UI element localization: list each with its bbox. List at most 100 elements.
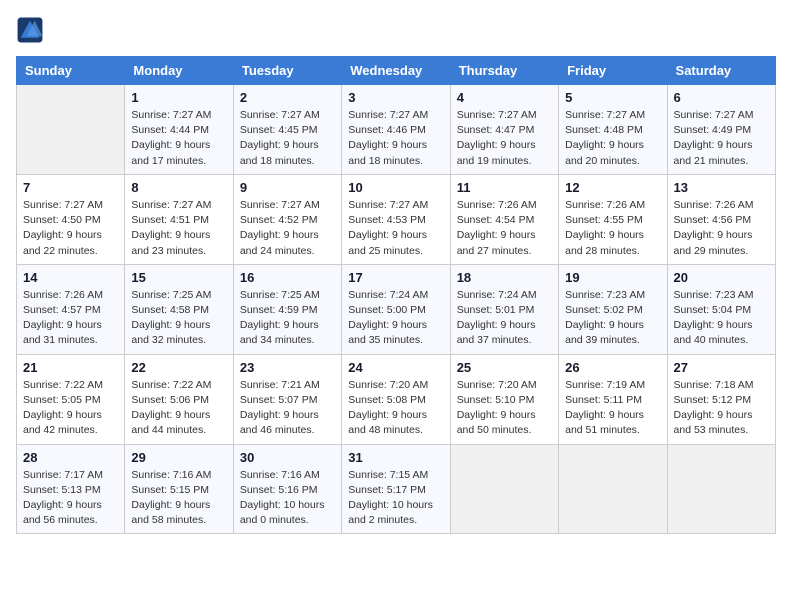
day-info: Sunrise: 7:18 AM Sunset: 5:12 PM Dayligh…	[674, 378, 769, 439]
week-row-1: 1Sunrise: 7:27 AM Sunset: 4:44 PM Daylig…	[17, 85, 776, 175]
calendar-table: SundayMondayTuesdayWednesdayThursdayFrid…	[16, 56, 776, 534]
day-info: Sunrise: 7:26 AM Sunset: 4:54 PM Dayligh…	[457, 198, 552, 259]
calendar-cell: 3Sunrise: 7:27 AM Sunset: 4:46 PM Daylig…	[342, 85, 450, 175]
week-row-3: 14 Sunrise: 7:26 AM Sunset: 4:57 PM Dayli…	[17, 264, 776, 354]
header-day-wednesday: Wednesday	[342, 57, 450, 85]
day-number: 6	[674, 90, 769, 105]
day-info: Sunrise: 7:24 AM Sunset: 5:00 PM Dayligh…	[348, 288, 443, 349]
page-header	[16, 16, 776, 44]
day-info: Sunrise: 7:25 AM Sunset: 4:58 PM Dayligh…	[131, 288, 226, 349]
calendar-cell: 7Sunrise: 7:27 AM Sunset: 4:50 PM Daylig…	[17, 174, 125, 264]
calendar-cell: 16 Sunrise: 7:25 AM Sunset: 4:59 PM Dayli…	[233, 264, 341, 354]
day-number: 19	[565, 270, 660, 285]
week-row-2: 7Sunrise: 7:27 AM Sunset: 4:50 PM Daylig…	[17, 174, 776, 264]
calendar-cell: 12 Sunrise: 7:26 AM Sunset: 4:55 PM Dayli…	[559, 174, 667, 264]
day-number: 9	[240, 180, 335, 195]
day-number: 7	[23, 180, 118, 195]
day-info: Sunrise: 7:26 AM Sunset: 4:55 PM Dayligh…	[565, 198, 660, 259]
header-row: SundayMondayTuesdayWednesdayThursdayFrid…	[17, 57, 776, 85]
header-day-monday: Monday	[125, 57, 233, 85]
day-number: 22	[131, 360, 226, 375]
calendar-cell: 22 Sunrise: 7:22 AM Sunset: 5:06 PM Dayli…	[125, 354, 233, 444]
calendar-cell: 26 Sunrise: 7:19 AM Sunset: 5:11 PM Dayli…	[559, 354, 667, 444]
calendar-cell: 24 Sunrise: 7:20 AM Sunset: 5:08 PM Dayli…	[342, 354, 450, 444]
calendar-cell: 19 Sunrise: 7:23 AM Sunset: 5:02 PM Dayli…	[559, 264, 667, 354]
day-number: 26	[565, 360, 660, 375]
calendar-cell: 17 Sunrise: 7:24 AM Sunset: 5:00 PM Dayli…	[342, 264, 450, 354]
day-info: Sunrise: 7:27 AM Sunset: 4:51 PM Dayligh…	[131, 198, 226, 259]
calendar-cell: 13 Sunrise: 7:26 AM Sunset: 4:56 PM Dayli…	[667, 174, 775, 264]
header-day-saturday: Saturday	[667, 57, 775, 85]
logo	[16, 16, 48, 44]
logo-icon	[16, 16, 44, 44]
day-number: 14	[23, 270, 118, 285]
day-number: 25	[457, 360, 552, 375]
day-info: Sunrise: 7:19 AM Sunset: 5:11 PM Dayligh…	[565, 378, 660, 439]
day-info: Sunrise: 7:20 AM Sunset: 5:08 PM Dayligh…	[348, 378, 443, 439]
calendar-cell: 21 Sunrise: 7:22 AM Sunset: 5:05 PM Dayli…	[17, 354, 125, 444]
day-number: 18	[457, 270, 552, 285]
day-info: Sunrise: 7:23 AM Sunset: 5:04 PM Dayligh…	[674, 288, 769, 349]
day-info: Sunrise: 7:26 AM Sunset: 4:57 PM Dayligh…	[23, 288, 118, 349]
day-number: 31	[348, 450, 443, 465]
day-number: 30	[240, 450, 335, 465]
header-day-thursday: Thursday	[450, 57, 558, 85]
header-day-tuesday: Tuesday	[233, 57, 341, 85]
day-number: 29	[131, 450, 226, 465]
calendar-cell: 27Sunrise: 7:18 AM Sunset: 5:12 PM Dayli…	[667, 354, 775, 444]
day-info: Sunrise: 7:22 AM Sunset: 5:05 PM Dayligh…	[23, 378, 118, 439]
day-number: 1	[131, 90, 226, 105]
day-number: 17	[348, 270, 443, 285]
calendar-cell: 6 Sunrise: 7:27 AM Sunset: 4:49 PM Daylig…	[667, 85, 775, 175]
day-info: Sunrise: 7:17 AM Sunset: 5:13 PM Dayligh…	[23, 468, 118, 529]
day-info: Sunrise: 7:25 AM Sunset: 4:59 PM Dayligh…	[240, 288, 335, 349]
day-number: 20	[674, 270, 769, 285]
day-number: 10	[348, 180, 443, 195]
calendar-cell: 5 Sunrise: 7:27 AM Sunset: 4:48 PM Daylig…	[559, 85, 667, 175]
calendar-body: 1Sunrise: 7:27 AM Sunset: 4:44 PM Daylig…	[17, 85, 776, 534]
day-number: 12	[565, 180, 660, 195]
calendar-cell: 31 Sunrise: 7:15 AM Sunset: 5:17 PM Dayli…	[342, 444, 450, 534]
day-number: 23	[240, 360, 335, 375]
header-day-sunday: Sunday	[17, 57, 125, 85]
day-number: 16	[240, 270, 335, 285]
header-day-friday: Friday	[559, 57, 667, 85]
day-info: Sunrise: 7:26 AM Sunset: 4:56 PM Dayligh…	[674, 198, 769, 259]
day-info: Sunrise: 7:16 AM Sunset: 5:16 PM Dayligh…	[240, 468, 335, 529]
calendar-header: SundayMondayTuesdayWednesdayThursdayFrid…	[17, 57, 776, 85]
calendar-cell: 28Sunrise: 7:17 AM Sunset: 5:13 PM Dayli…	[17, 444, 125, 534]
calendar-cell: 20 Sunrise: 7:23 AM Sunset: 5:04 PM Dayli…	[667, 264, 775, 354]
day-info: Sunrise: 7:27 AM Sunset: 4:49 PM Dayligh…	[674, 108, 769, 169]
day-info: Sunrise: 7:22 AM Sunset: 5:06 PM Dayligh…	[131, 378, 226, 439]
day-number: 24	[348, 360, 443, 375]
day-info: Sunrise: 7:27 AM Sunset: 4:52 PM Dayligh…	[240, 198, 335, 259]
calendar-cell: 4Sunrise: 7:27 AM Sunset: 4:47 PM Daylig…	[450, 85, 558, 175]
calendar-cell	[450, 444, 558, 534]
day-info: Sunrise: 7:27 AM Sunset: 4:45 PM Dayligh…	[240, 108, 335, 169]
day-info: Sunrise: 7:27 AM Sunset: 4:53 PM Dayligh…	[348, 198, 443, 259]
calendar-cell: 25Sunrise: 7:20 AM Sunset: 5:10 PM Dayli…	[450, 354, 558, 444]
day-number: 8	[131, 180, 226, 195]
calendar-cell: 30 Sunrise: 7:16 AM Sunset: 5:16 PM Dayli…	[233, 444, 341, 534]
day-info: Sunrise: 7:16 AM Sunset: 5:15 PM Dayligh…	[131, 468, 226, 529]
day-number: 5	[565, 90, 660, 105]
day-info: Sunrise: 7:21 AM Sunset: 5:07 PM Dayligh…	[240, 378, 335, 439]
calendar-cell: 23 Sunrise: 7:21 AM Sunset: 5:07 PM Dayli…	[233, 354, 341, 444]
calendar-cell: 11 Sunrise: 7:26 AM Sunset: 4:54 PM Dayli…	[450, 174, 558, 264]
day-info: Sunrise: 7:23 AM Sunset: 5:02 PM Dayligh…	[565, 288, 660, 349]
week-row-5: 28Sunrise: 7:17 AM Sunset: 5:13 PM Dayli…	[17, 444, 776, 534]
calendar-cell: 14 Sunrise: 7:26 AM Sunset: 4:57 PM Dayli…	[17, 264, 125, 354]
week-row-4: 21 Sunrise: 7:22 AM Sunset: 5:05 PM Dayli…	[17, 354, 776, 444]
day-info: Sunrise: 7:27 AM Sunset: 4:46 PM Dayligh…	[348, 108, 443, 169]
day-number: 11	[457, 180, 552, 195]
day-info: Sunrise: 7:15 AM Sunset: 5:17 PM Dayligh…	[348, 468, 443, 529]
calendar-cell	[559, 444, 667, 534]
day-number: 13	[674, 180, 769, 195]
calendar-cell: 15Sunrise: 7:25 AM Sunset: 4:58 PM Dayli…	[125, 264, 233, 354]
day-number: 2	[240, 90, 335, 105]
day-info: Sunrise: 7:24 AM Sunset: 5:01 PM Dayligh…	[457, 288, 552, 349]
day-number: 21	[23, 360, 118, 375]
calendar-cell: 10 Sunrise: 7:27 AM Sunset: 4:53 PM Dayli…	[342, 174, 450, 264]
calendar-cell: 1Sunrise: 7:27 AM Sunset: 4:44 PM Daylig…	[125, 85, 233, 175]
day-info: Sunrise: 7:27 AM Sunset: 4:48 PM Dayligh…	[565, 108, 660, 169]
